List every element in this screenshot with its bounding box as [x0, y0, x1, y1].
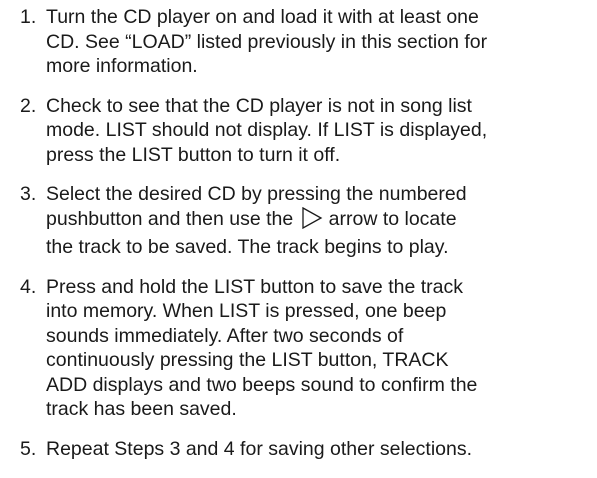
step-4: 4. Press and hold the LIST button to sav…	[20, 275, 587, 422]
play-arrow-outline-icon	[301, 206, 323, 236]
steps-list: 1. Turn the CD player on and load it wit…	[20, 5, 587, 461]
step-line: CD. See “LOAD” listed previously in this…	[46, 30, 488, 53]
step-line: Turn the CD player on and load it with a…	[46, 6, 479, 28]
step-text: Repeat Steps 3 and 4 for saving other se…	[46, 437, 587, 462]
step-line: sounds immediately. After two seconds of	[46, 324, 404, 347]
step-1: 1. Turn the CD player on and load it wit…	[20, 5, 587, 79]
step-line: Repeat Steps 3 and 4 for saving other se…	[46, 437, 473, 460]
step-line: Select the desired CD by pressing the nu…	[46, 183, 467, 205]
step-2: 2. Check to see that the CD player is no…	[20, 94, 587, 168]
step-line-with-icon: pushbutton and then use the arrow to loc…	[46, 206, 587, 236]
step-number: 5.	[20, 437, 37, 460]
step-line: Check to see that the CD player is not i…	[46, 94, 472, 117]
step-line: more information.	[46, 55, 198, 77]
step-line: track has been saved.	[46, 398, 237, 420]
step-line: press the LIST button to turn it off.	[46, 143, 341, 166]
step-number: 3.	[20, 183, 37, 205]
step-text-fragment: arrow to locate	[328, 207, 457, 230]
step-number: 4.	[20, 275, 37, 298]
instruction-page: 1. Turn the CD player on and load it wit…	[0, 0, 597, 478]
step-line: the track to be saved. The track begins …	[46, 236, 449, 258]
step-text: Select the desired CD by pressing the nu…	[46, 182, 587, 260]
step-number: 2.	[20, 94, 37, 117]
step-line: ADD displays and two beeps sound to conf…	[46, 373, 478, 396]
step-line: into memory. When LIST is pressed, one b…	[46, 300, 447, 322]
step-text-fragment: pushbutton and then use the	[46, 207, 294, 230]
step-text: Press and hold the LIST button to save t…	[46, 275, 587, 422]
step-text: Check to see that the CD player is not i…	[46, 94, 587, 168]
step-line: mode. LIST should not display. If LIST i…	[46, 119, 488, 141]
step-line: Press and hold the LIST button to save t…	[46, 275, 463, 298]
step-line: continuously pressing the LIST button, T…	[46, 349, 449, 371]
step-text: Turn the CD player on and load it with a…	[46, 5, 587, 79]
step-3: 3. Select the desired CD by pressing the…	[20, 182, 587, 260]
step-5: 5. Repeat Steps 3 and 4 for saving other…	[20, 437, 587, 462]
step-number: 1.	[20, 6, 37, 28]
